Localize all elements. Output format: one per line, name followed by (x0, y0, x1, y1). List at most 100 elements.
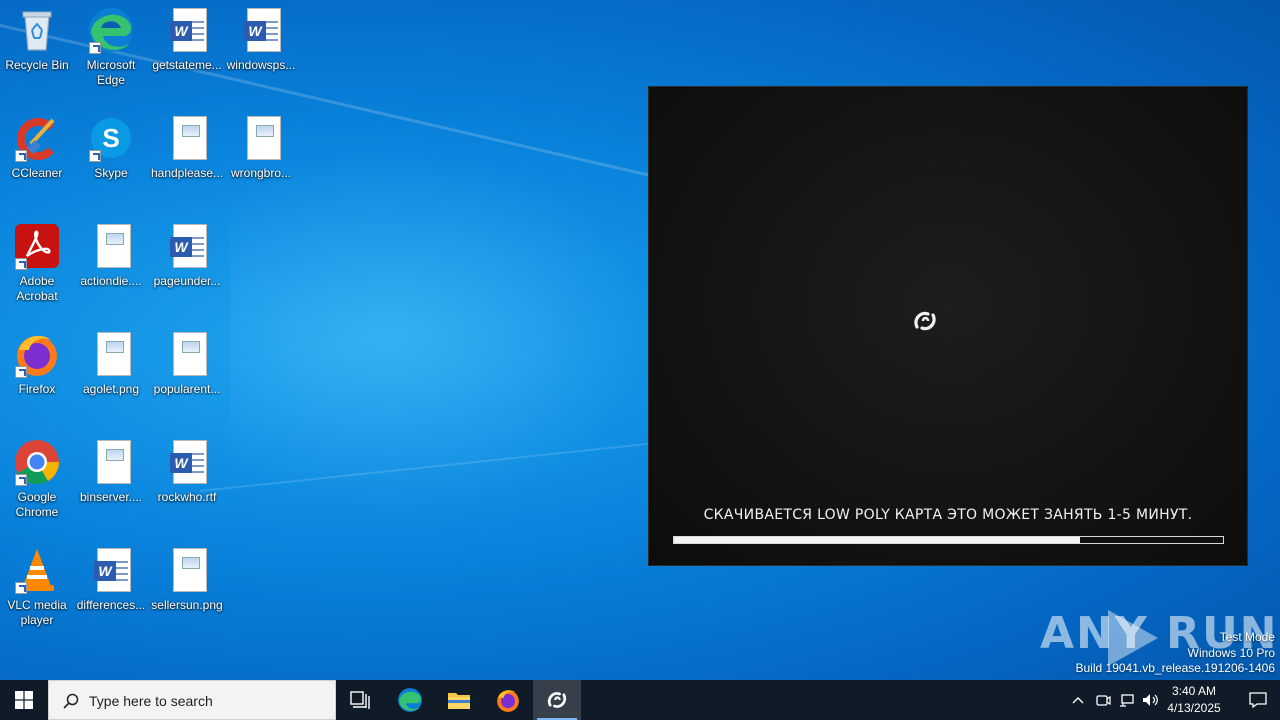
folder-icon (448, 693, 470, 709)
shortcut-arrow-icon (15, 474, 27, 486)
desktop-icon-label: Google Chrome (15, 490, 59, 519)
desktop-icon-file[interactable]: actiondie.... (74, 222, 148, 289)
desktop-icon-label: agolet.png (82, 382, 140, 396)
desktop-icon-file[interactable]: agolet.png (74, 330, 148, 397)
app-logo-icon (911, 307, 939, 335)
desktop-icon-label: differences... (76, 598, 146, 612)
desktop-icon-file[interactable]: W differences... (74, 546, 148, 613)
show-hidden-icons-button[interactable] (1068, 680, 1088, 720)
desktop-icon-label: rockwho.rtf (157, 490, 217, 504)
app-logo-icon (547, 692, 567, 708)
windows-logo-icon (15, 691, 33, 709)
desktop-icon-vlc[interactable]: VLC media player (0, 546, 74, 628)
word-document-icon: W (163, 222, 211, 270)
word-document-icon: W (163, 438, 211, 486)
shortcut-arrow-icon (89, 150, 101, 162)
desktop-icon-label: Adobe Acrobat (16, 274, 58, 303)
vlc-icon (13, 546, 61, 594)
desktop-icon-label: actiondie.... (80, 274, 142, 288)
desktop-icon-label: VLC media player (7, 598, 67, 627)
image-file-icon (163, 546, 211, 594)
desktop-icon-file[interactable]: wrongbro... (224, 114, 298, 181)
action-center-button[interactable] (1236, 680, 1280, 720)
skype-icon: S (87, 114, 135, 162)
os-edition-text: Windows 10 Pro (1187, 645, 1275, 660)
svg-text:S: S (102, 123, 119, 153)
taskbar-app-button-active[interactable] (533, 680, 581, 720)
shortcut-arrow-icon (15, 366, 27, 378)
firefox-icon (497, 690, 519, 712)
desktop-icon-label: Skype (94, 166, 128, 180)
desktop-icon-file[interactable]: W windowsps... (224, 6, 298, 73)
image-file-icon (87, 438, 135, 486)
desktop-icon-label: wrongbro... (230, 166, 292, 180)
desktop-icon-file[interactable]: W pageunder... (150, 222, 224, 289)
desktop-icon-microsoft-edge[interactable]: Microsoft Edge (74, 6, 148, 88)
os-info: Test Mode Windows 10 Pro Build 19041.vb_… (1076, 630, 1276, 677)
taskbar: Type here to search 3:40 AM 4/13/2025 (0, 680, 1280, 720)
desktop-icon-label: Recycle Bin (5, 58, 69, 72)
edge-icon (398, 688, 422, 712)
tray-meet-button[interactable] (1092, 680, 1114, 720)
image-file-icon (163, 114, 211, 162)
network-icon (1120, 694, 1134, 707)
chrome-icon (13, 438, 61, 486)
tray-network-button[interactable] (1116, 680, 1138, 720)
desktop-icon-file[interactable]: sellersun.png (150, 546, 224, 613)
progress-bar (673, 536, 1224, 544)
desktop-icon-firefox[interactable]: Firefox (0, 330, 74, 397)
os-build-text: Build 19041.vb_release.191206-1406 (1075, 661, 1276, 675)
word-document-icon: W (163, 6, 211, 54)
wallpaper-glow (230, 150, 650, 510)
task-view-button[interactable] (336, 680, 384, 720)
task-view-icon (350, 691, 370, 709)
search-placeholder: Type here to search (89, 693, 213, 709)
clock-date: 4/13/2025 (1167, 701, 1221, 715)
image-file-icon (87, 330, 135, 378)
desktop-icon-file[interactable]: handplease... (150, 114, 224, 181)
desktop-icon-label: CCleaner (11, 166, 63, 180)
desktop-icon-file[interactable]: W getstateme... (150, 6, 224, 73)
shortcut-arrow-icon (15, 582, 27, 594)
desktop-icon-label: popularent... (153, 382, 221, 396)
firefox-icon (13, 330, 61, 378)
desktop-icon-label: Microsoft Edge (86, 58, 136, 87)
desktop-icon-adobe-acrobat[interactable]: Adobe Acrobat (0, 222, 74, 304)
edge-icon (87, 6, 135, 54)
image-file-icon (163, 330, 211, 378)
word-document-icon: W (237, 6, 285, 54)
desktop-icon-recycle-bin[interactable]: Recycle Bin (0, 6, 74, 73)
recycle-bin-icon (13, 6, 61, 54)
loader-window[interactable]: СКАЧИВАЕТСЯ LOW POLY КАРТА ЭТО МОЖЕТ ЗАН… (648, 86, 1248, 566)
clock-time: 3:40 AM (1171, 684, 1217, 698)
desktop-icon-label: binserver.... (79, 490, 143, 504)
ccleaner-icon (13, 114, 61, 162)
taskbar-search-box[interactable]: Type here to search (48, 680, 336, 720)
desktop-icon-label: getstateme... (152, 58, 222, 72)
test-mode-text: Test Mode (1219, 630, 1275, 644)
loading-message: СКАЧИВАЕТСЯ LOW POLY КАРТА ЭТО МОЖЕТ ЗАН… (703, 507, 1193, 523)
desktop-icon-file[interactable]: popularent... (150, 330, 224, 397)
start-button[interactable] (0, 680, 48, 720)
shortcut-arrow-icon (89, 42, 101, 54)
taskbar-file-explorer-button[interactable] (435, 680, 483, 720)
taskbar-edge-button[interactable] (386, 680, 434, 720)
word-document-icon: W (87, 546, 135, 594)
desktop-icon-file[interactable]: W rockwho.rtf (150, 438, 224, 505)
desktop-icon-ccleaner[interactable]: CCleaner (0, 114, 74, 181)
desktop-icon-label: windowsps... (226, 58, 296, 72)
taskbar-clock[interactable]: 3:40 AM 4/13/2025 (1158, 683, 1230, 717)
adobe-acrobat-icon (13, 222, 61, 270)
desktop-icon-skype[interactable]: S Skype (74, 114, 148, 181)
desktop-icon-google-chrome[interactable]: Google Chrome (0, 438, 74, 520)
taskbar-firefox-button[interactable] (484, 680, 532, 720)
desktop-icon-label: sellersun.png (151, 598, 223, 612)
progress-bar-fill (674, 537, 1081, 543)
shortcut-arrow-icon (15, 150, 27, 162)
desktop-icon-label: pageunder... (153, 274, 221, 288)
desktop-icon-label: Firefox (18, 382, 56, 396)
image-file-icon (237, 114, 285, 162)
image-file-icon (87, 222, 135, 270)
desktop-icon-file[interactable]: binserver.... (74, 438, 148, 505)
notification-icon (1249, 692, 1267, 708)
